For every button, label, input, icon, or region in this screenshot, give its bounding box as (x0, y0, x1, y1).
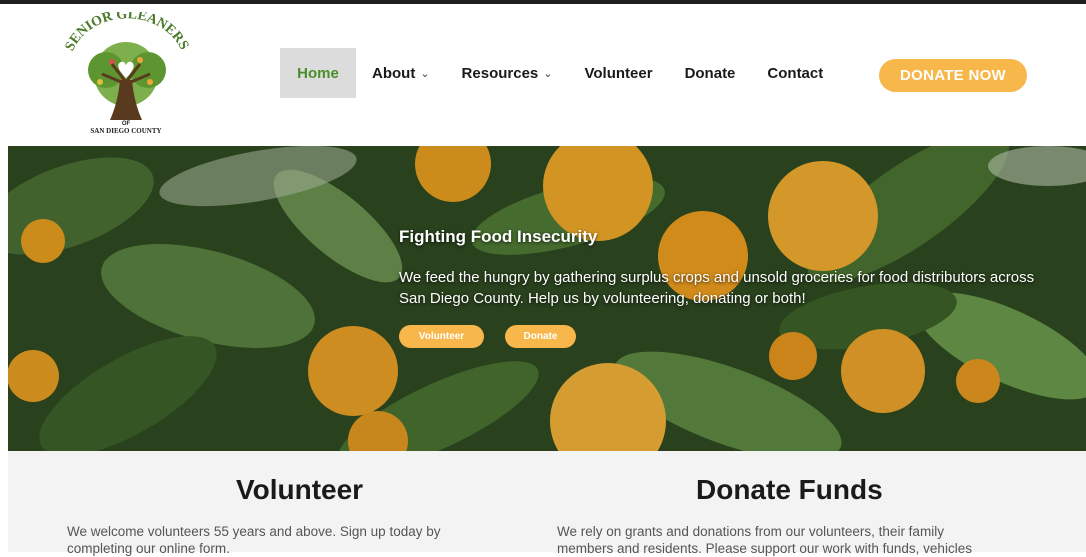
hero-title: Fighting Food Insecurity (399, 227, 598, 246)
nav-resources[interactable]: Resources ⌄ (446, 48, 569, 98)
nav-contact[interactable]: Contact (751, 48, 839, 98)
donate-funds-heading: Donate Funds (696, 474, 883, 505)
nav-resources-label: Resources (461, 64, 539, 82)
volunteer-heading: Volunteer (236, 474, 364, 505)
nav-about[interactable]: About ⌄ (356, 48, 446, 98)
site-header: SENIOR GLEANERS OF SAN DIEGO COUNTY Home… (0, 4, 1086, 146)
nav-contact-label: Contact (767, 64, 824, 82)
hero-donate-button[interactable]: Donate (505, 325, 576, 348)
nav-donate-label: Donate (684, 64, 736, 82)
hero-description: We feed the hungry by gathering surplus … (399, 269, 1035, 307)
chevron-down-icon: ⌄ (543, 67, 553, 80)
nav-about-label: About (372, 64, 416, 82)
hero-banner: Fighting Food Insecurity We feed the hun… (8, 146, 1086, 451)
nav-home-label: Home (297, 64, 339, 82)
nav-volunteer[interactable]: Volunteer (568, 48, 668, 98)
donate-now-button[interactable]: DONATE NOW (879, 59, 1027, 92)
logo-county-text: SAN DIEGO COUNTY (90, 127, 161, 135)
senior-gleaners-logo[interactable]: SENIOR GLEANERS OF SAN DIEGO COUNTY (62, 12, 190, 138)
hero-volunteer-button[interactable]: Volunteer (399, 325, 484, 348)
nav-donate[interactable]: Donate (669, 48, 752, 98)
nav-volunteer-label: Volunteer (584, 64, 653, 82)
main-nav: Home About ⌄ Resources ⌄ Volunteer Donate … (280, 48, 839, 98)
nav-home[interactable]: Home (280, 48, 356, 98)
chevron-down-icon: ⌄ (420, 67, 430, 80)
